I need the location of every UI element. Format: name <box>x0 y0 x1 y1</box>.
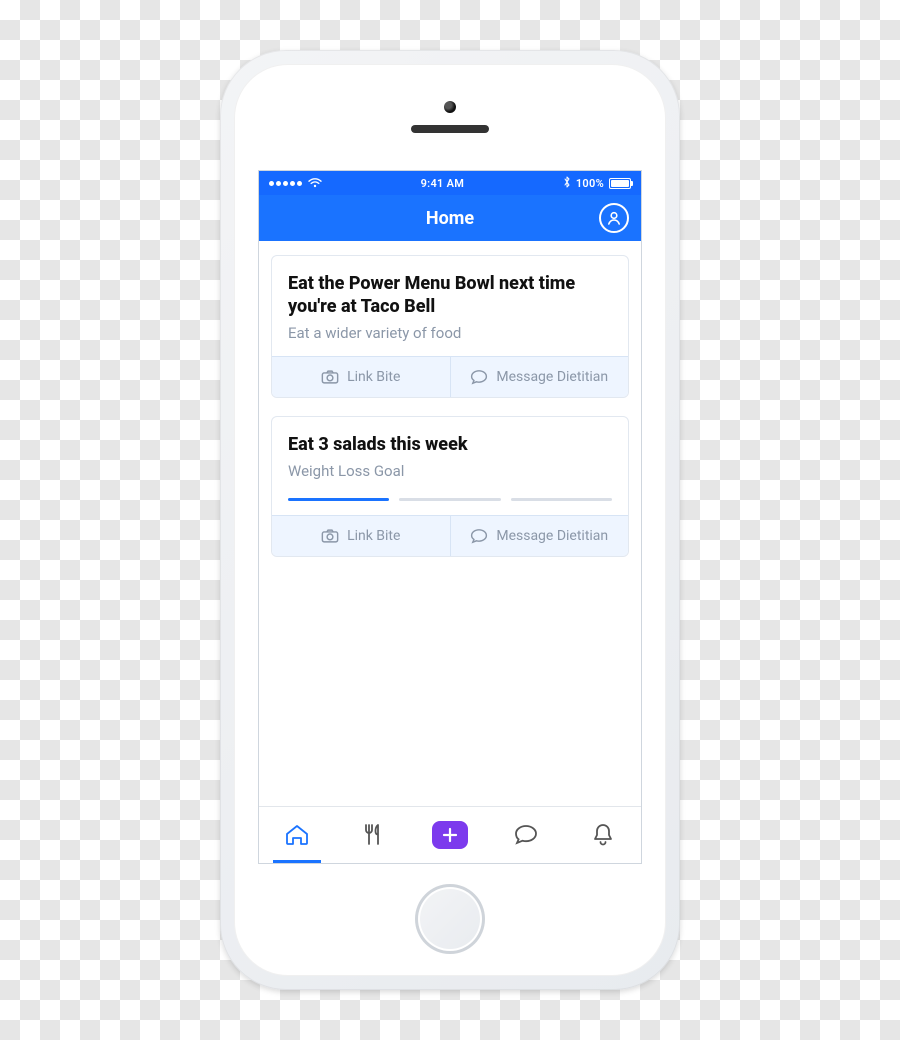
bell-icon <box>591 822 615 848</box>
tab-home[interactable] <box>259 807 335 863</box>
camera-icon <box>321 369 339 385</box>
goal-card-title: Eat the Power Menu Bowl next time you're… <box>288 272 612 318</box>
profile-button[interactable] <box>599 203 629 233</box>
progress-segment <box>399 498 500 501</box>
page-title: Home <box>426 208 474 229</box>
goal-card-body: Eat the Power Menu Bowl next time you're… <box>272 256 628 356</box>
tab-meals[interactable] <box>335 807 411 863</box>
goal-card-title: Eat 3 salads this week <box>288 433 612 456</box>
fork-knife-icon <box>361 822 387 848</box>
link-bite-button[interactable]: Link Bite <box>272 357 450 397</box>
goal-card[interactable]: Eat the Power Menu Bowl next time you're… <box>271 255 629 398</box>
content-area: Eat the Power Menu Bowl next time you're… <box>259 241 641 806</box>
status-bar: 9:41 AM 100% <box>259 171 641 195</box>
link-bite-button[interactable]: Link Bite <box>272 516 450 556</box>
add-button[interactable] <box>432 821 468 849</box>
screen: 9:41 AM 100% Home <box>258 170 642 864</box>
message-dietitian-label: Message Dietitian <box>496 528 608 544</box>
bluetooth-icon <box>563 176 571 191</box>
tab-notifications[interactable] <box>565 807 641 863</box>
link-bite-label: Link Bite <box>347 369 400 385</box>
status-time: 9:41 AM <box>421 177 465 190</box>
camera-dot <box>444 101 456 113</box>
home-icon <box>284 823 310 847</box>
device-frame: 9:41 AM 100% Home <box>220 50 680 990</box>
link-bite-label: Link Bite <box>347 528 400 544</box>
chat-icon <box>513 823 539 847</box>
message-dietitian-label: Message Dietitian <box>496 369 608 385</box>
home-hardware-button[interactable] <box>415 884 485 954</box>
wifi-icon <box>308 178 322 188</box>
goal-card-actions: Link Bite Message Dietitian <box>272 515 628 556</box>
camera-icon <box>321 528 339 544</box>
goal-card-subtitle: Weight Loss Goal <box>288 462 612 480</box>
message-dietitian-button[interactable]: Message Dietitian <box>450 357 629 397</box>
status-left <box>269 178 322 188</box>
chat-icon <box>470 369 488 385</box>
goal-progress <box>288 498 612 501</box>
goal-card-subtitle: Eat a wider variety of food <box>288 324 612 342</box>
status-right: 100% <box>563 176 631 191</box>
progress-segment-completed <box>288 498 389 501</box>
progress-segment <box>511 498 612 501</box>
device-inner: 9:41 AM 100% Home <box>234 64 666 976</box>
signal-icon <box>269 181 302 186</box>
battery-percent: 100% <box>576 177 604 190</box>
message-dietitian-button[interactable]: Message Dietitian <box>450 516 629 556</box>
goal-card[interactable]: Eat 3 salads this week Weight Loss Goal <box>271 416 629 557</box>
tab-bar <box>259 806 641 863</box>
goal-card-actions: Link Bite Message Dietitian <box>272 356 628 397</box>
tab-messages[interactable] <box>488 807 564 863</box>
speaker-slot <box>411 125 489 133</box>
goal-card-body: Eat 3 salads this week Weight Loss Goal <box>272 417 628 515</box>
chat-icon <box>470 528 488 544</box>
profile-icon <box>606 210 622 226</box>
plus-icon <box>442 827 458 843</box>
nav-bar: Home <box>259 195 641 241</box>
tab-add[interactable] <box>412 807 488 863</box>
device-top-hardware <box>234 64 666 164</box>
battery-icon <box>609 178 631 189</box>
